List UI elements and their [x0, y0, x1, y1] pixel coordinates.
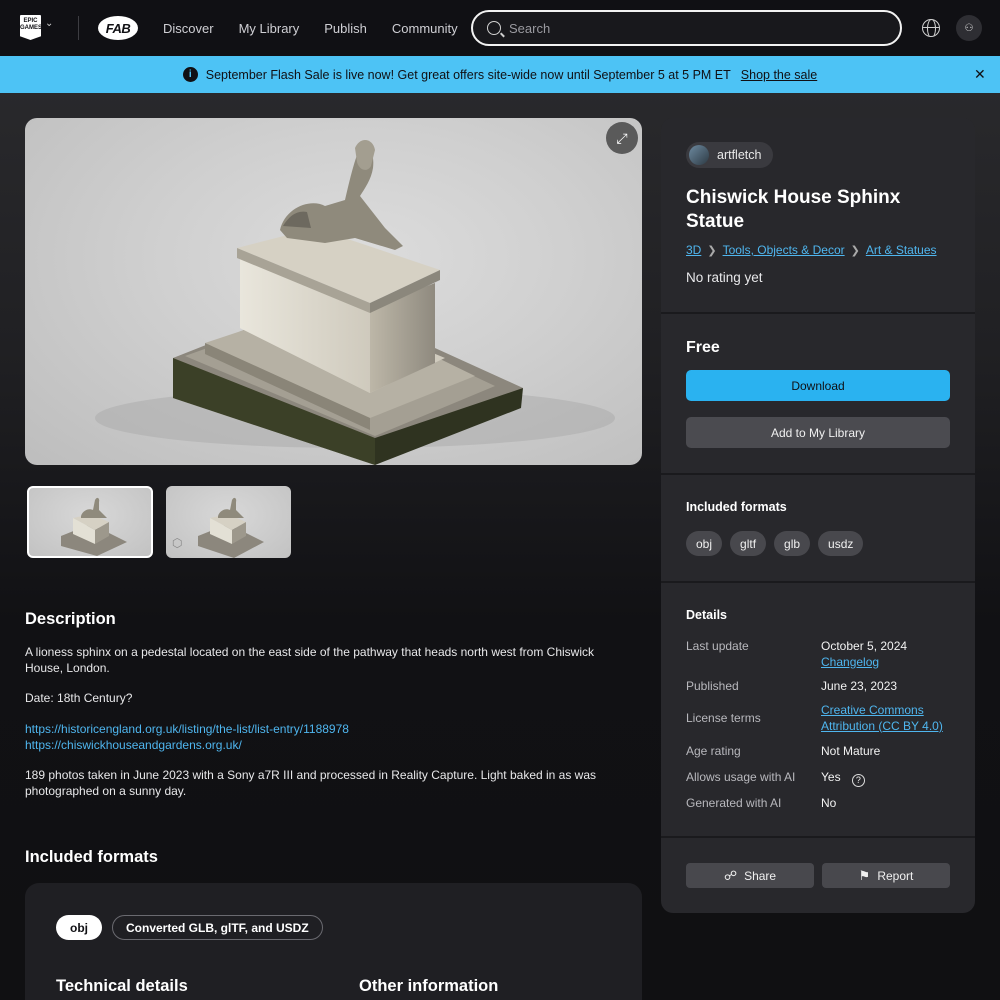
help-icon[interactable]: ?	[851, 774, 865, 788]
format-badge-obj: obj	[686, 531, 723, 556]
expand-icon: ⤢	[616, 129, 628, 146]
nav-my-library[interactable]: My Library	[239, 21, 300, 36]
share-label: Share	[744, 868, 777, 883]
format-tab-obj[interactable]: obj	[56, 915, 102, 940]
info-icon: i	[182, 67, 198, 82]
chevron-right-icon: ❯	[850, 244, 860, 257]
divider	[661, 836, 975, 838]
search-icon	[487, 21, 501, 35]
divider	[661, 473, 975, 475]
license-label: License terms	[686, 711, 761, 725]
chiswick-house-link[interactable]: https://chiswickhouseandgardens.org.uk/	[25, 738, 625, 754]
user-account-button[interactable]: ⚇	[956, 15, 982, 41]
format-badge-gltf: gltf	[730, 531, 767, 556]
other-information-heading: Other information	[359, 977, 499, 995]
details-heading: Details	[686, 608, 727, 622]
breadcrumb: 3D ❯ Tools, Objects & Decor ❯ Art & Stat…	[686, 243, 937, 257]
license-value: Creative Commons Attribution (CC BY 4.0)	[821, 703, 943, 734]
product-title: Chiswick House Sphinx Statue	[686, 187, 901, 232]
nav-publish[interactable]: Publish	[324, 21, 367, 36]
breadcrumb-3d[interactable]: 3D	[686, 243, 701, 257]
avatar	[689, 145, 709, 165]
divider	[661, 312, 975, 314]
flag-icon: ⚑	[858, 867, 871, 883]
shop-the-sale-link[interactable]: Shop the sale	[741, 68, 817, 82]
historic-england-link[interactable]: https://historicengland.org.uk/listing/t…	[25, 722, 625, 738]
ai-usage-label: Allows usage with AI	[686, 770, 796, 784]
3d-cube-icon: ⬡	[172, 536, 183, 550]
ai-usage-value: Yes ?	[821, 770, 865, 788]
globe-icon[interactable]	[922, 19, 940, 37]
license-link[interactable]: Creative Commons	[821, 703, 943, 719]
breadcrumb-art-statues[interactable]: Art & Statues	[866, 243, 937, 257]
breadcrumb-tools-objects-decor[interactable]: Tools, Objects & Decor	[723, 243, 845, 257]
user-icon: ⚇	[964, 22, 974, 34]
sphinx-thumbnail	[198, 497, 264, 558]
last-update-date: October 5, 2024	[821, 639, 908, 653]
age-rating-label: Age rating	[686, 744, 741, 758]
product-side-panel	[661, 118, 975, 913]
fab-logo[interactable]: FAB	[98, 16, 138, 40]
generated-ai-value: No	[821, 796, 837, 810]
close-icon[interactable]: ✕	[974, 66, 986, 83]
format-badge-usdz: usdz	[818, 531, 864, 556]
epic-games-logo[interactable]: EPIC GAMES	[20, 15, 41, 40]
nav-links: Discover My Library Publish Community	[163, 0, 483, 56]
license-link-line2[interactable]: Attribution (CC BY 4.0)	[821, 719, 943, 735]
author-name: artfletch	[717, 148, 762, 162]
search-input[interactable]	[509, 20, 869, 36]
description-links: https://historicengland.org.uk/listing/t…	[25, 722, 625, 753]
included-formats-heading: Included formats	[25, 848, 158, 866]
thumbnail-image-1[interactable]	[27, 486, 153, 558]
ai-usage-text: Yes	[821, 770, 841, 784]
rating-text: No rating yet	[686, 270, 763, 285]
add-to-library-button[interactable]: Add to My Library	[686, 417, 950, 448]
changelog-link[interactable]: Changelog	[821, 655, 907, 671]
age-rating-value: Not Mature	[821, 744, 881, 758]
top-nav: EPIC GAMES ⌄ FAB Discover My Library Pub…	[0, 0, 1000, 56]
banner-text: September Flash Sale is live now! Get gr…	[205, 67, 731, 82]
report-button[interactable]: ⚑ Report	[822, 863, 950, 888]
published-value: June 23, 2023	[821, 679, 898, 693]
expand-fullscreen-button[interactable]: ⤢	[606, 122, 638, 154]
hero-image[interactable]	[25, 118, 642, 465]
description-paragraph-3: 189 photos taken in June 2023 with a Son…	[25, 768, 597, 798]
published-label: Published	[686, 679, 739, 693]
search-bar[interactable]	[471, 10, 902, 46]
nav-community[interactable]: Community	[392, 21, 458, 36]
technical-details-heading: Technical details	[56, 977, 188, 995]
nav-discover[interactable]: Discover	[163, 21, 214, 36]
divider	[661, 581, 975, 583]
last-update-label: Last update	[686, 639, 749, 653]
sphinx-thumbnail	[61, 497, 127, 556]
chevron-down-icon[interactable]: ⌄	[45, 18, 53, 29]
format-tab-converted[interactable]: Converted GLB, glTF, and USDZ	[112, 915, 323, 940]
share-icon: ☍	[723, 867, 738, 883]
sale-banner: i September Flash Sale is live now! Get …	[0, 56, 1000, 93]
description-heading: Description	[25, 610, 116, 628]
thumbnail-3d-model[interactable]: ⬡	[166, 486, 291, 558]
description-paragraph-1: A lioness sphinx on a pedestal located o…	[25, 645, 594, 675]
description-date: Date: 18th Century?	[25, 691, 133, 705]
side-formats-heading: Included formats	[686, 500, 787, 514]
format-badge-glb: glb	[774, 531, 811, 556]
sphinx-statue-image	[95, 139, 615, 465]
share-button[interactable]: ☍ Share	[686, 863, 814, 888]
download-button[interactable]: Download	[686, 370, 950, 401]
format-list: obj gltf glb usdz	[686, 531, 871, 556]
generated-ai-label: Generated with AI	[686, 796, 782, 810]
chevron-right-icon: ❯	[707, 244, 717, 257]
nav-divider	[78, 16, 79, 40]
report-label: Report	[877, 868, 914, 883]
last-update-value: October 5, 2024 Changelog	[821, 639, 907, 670]
price: Free	[686, 339, 720, 356]
author-chip[interactable]: artfletch	[686, 142, 774, 168]
